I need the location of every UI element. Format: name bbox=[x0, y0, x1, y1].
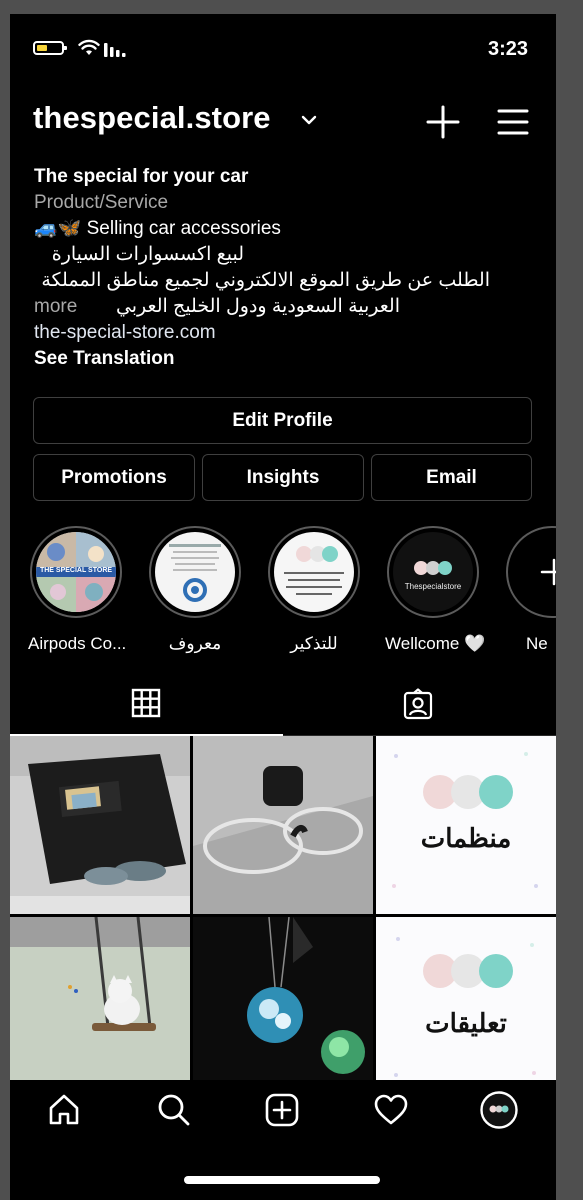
status-time: 3:23 bbox=[487, 38, 528, 60]
story-highlights: THE SPECIAL STORE Airpods Co... معروف لل… bbox=[10, 526, 556, 666]
highlight-label: Wellcome 🤍 bbox=[385, 634, 486, 653]
post-visor-organizer[interactable] bbox=[10, 736, 190, 914]
menu-icon[interactable] bbox=[497, 106, 529, 138]
search-icon[interactable] bbox=[156, 1092, 192, 1128]
highlight-label: معروف bbox=[168, 634, 222, 653]
grid-icon[interactable] bbox=[131, 688, 161, 718]
phone-screen: 3:23 thespecial.store The special for yo… bbox=[10, 14, 556, 1200]
post-swing-cat[interactable] bbox=[10, 917, 190, 1095]
tagged-icon[interactable] bbox=[402, 688, 434, 720]
highlight-cover bbox=[155, 532, 235, 612]
highlight-label: Airpods Co... bbox=[28, 634, 127, 653]
website-link[interactable]: the-special-store.com bbox=[34, 320, 534, 346]
highlight-ring: THE SPECIAL STORE bbox=[30, 526, 122, 618]
edit-profile-button[interactable]: Edit Profile bbox=[33, 397, 532, 444]
posts-grid: منظمات تعليقات bbox=[10, 736, 556, 1095]
highlight-ring bbox=[506, 526, 556, 618]
highlight-cover-text: Thespecialstore bbox=[404, 582, 462, 591]
insights-button[interactable]: Insights bbox=[202, 454, 364, 501]
post-hangings-text[interactable]: تعليقات bbox=[376, 917, 556, 1095]
plus-icon bbox=[540, 558, 556, 586]
bio-line-2: لبيع اكسسوارات السيارة bbox=[51, 244, 244, 265]
bio-line-1: Selling car accessories bbox=[86, 218, 281, 239]
highlight-ring bbox=[149, 526, 241, 618]
highlight-cover-text: THE SPECIAL STORE bbox=[39, 567, 113, 574]
highlight-ring bbox=[268, 526, 360, 618]
post-glow-necklace[interactable] bbox=[193, 917, 373, 1095]
bottom-navigation bbox=[10, 1080, 556, 1200]
profile-avatar-icon[interactable] bbox=[480, 1091, 518, 1129]
bio-emoji: 🚙🦋 bbox=[34, 218, 82, 239]
highlight-reminder[interactable]: للتذكير bbox=[266, 526, 362, 654]
highlight-new[interactable]: Ne bbox=[504, 526, 556, 654]
status-bar: 3:23 bbox=[10, 14, 556, 84]
highlight-maroof[interactable]: معروف bbox=[147, 526, 243, 654]
post-text: تعليقات bbox=[425, 1009, 507, 1039]
bio-line-english: 🚙🦋 Selling car accessories bbox=[34, 216, 534, 242]
username[interactable]: thespecial.store bbox=[33, 100, 271, 136]
bio-line-4-wrap: more العربية السعودية ودول الخليج العربي bbox=[34, 294, 534, 320]
bio-line-4: العربية السعودية ودول الخليج العربي bbox=[115, 296, 400, 317]
post-text: منظمات bbox=[420, 824, 512, 854]
highlight-airpods[interactable]: THE SPECIAL STORE Airpods Co... bbox=[28, 526, 127, 654]
create-icon[interactable] bbox=[264, 1092, 300, 1128]
bio-line-2-wrap: لبيع اكسسوارات السيارة bbox=[34, 242, 244, 268]
profile-name: The special for your car bbox=[34, 166, 249, 187]
email-button[interactable]: Email bbox=[371, 454, 532, 501]
plus-icon[interactable] bbox=[424, 103, 462, 141]
highlight-welcome[interactable]: Thespecialstore Wellcome 🤍 bbox=[385, 526, 486, 654]
signal-icon bbox=[104, 43, 126, 57]
post-glasses-clip[interactable] bbox=[193, 736, 373, 914]
highlight-cover: Thespecialstore bbox=[393, 532, 473, 612]
bio-line-3-wrap: الطلب عن طريق الموقع الالكتروني لجميع من… bbox=[34, 268, 490, 294]
more-link[interactable]: more bbox=[34, 296, 77, 317]
post-organizers-text[interactable]: منظمات bbox=[376, 736, 556, 914]
profile-header: thespecial.store bbox=[10, 96, 556, 156]
battery-icon bbox=[33, 41, 67, 55]
wifi-icon bbox=[78, 39, 100, 55]
promotions-button[interactable]: Promotions bbox=[33, 454, 195, 501]
profile-tabs bbox=[10, 680, 556, 736]
profile-bio: The special for your car Product/Service… bbox=[34, 164, 534, 372]
bio-line-3: الطلب عن طريق الموقع الالكتروني لجميع من… bbox=[41, 270, 490, 291]
profile-category: Product/Service bbox=[34, 192, 169, 213]
home-indicator bbox=[184, 1176, 380, 1184]
highlight-label: Ne bbox=[526, 634, 548, 653]
chevron-down-icon[interactable] bbox=[301, 114, 317, 126]
highlight-cover: THE SPECIAL STORE bbox=[36, 532, 116, 612]
highlight-ring: Thespecialstore bbox=[387, 526, 479, 618]
see-translation-link[interactable]: See Translation bbox=[34, 346, 534, 372]
highlight-label: للتذكير bbox=[290, 634, 338, 653]
heart-icon[interactable] bbox=[373, 1092, 409, 1128]
highlight-cover bbox=[274, 532, 354, 612]
home-icon[interactable] bbox=[46, 1092, 82, 1128]
